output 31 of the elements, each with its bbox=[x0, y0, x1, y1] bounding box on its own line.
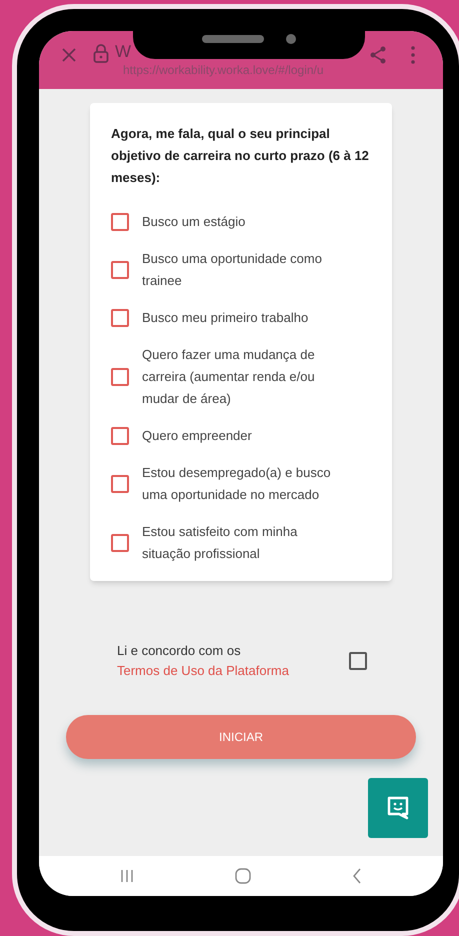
recent-apps-icon[interactable] bbox=[120, 869, 134, 883]
lock-icon bbox=[93, 44, 109, 64]
option-label: Quero fazer uma mudança de carreira (aumentar renda e/ou mudar de área) bbox=[142, 346, 316, 408]
share-icon[interactable] bbox=[369, 45, 387, 65]
option-checkbox[interactable] bbox=[111, 427, 129, 445]
home-icon[interactable] bbox=[234, 868, 251, 884]
terms-text: Li e concordo com os Termos de Uso da Plataforma bbox=[117, 642, 290, 680]
feedback-button[interactable] bbox=[368, 778, 428, 838]
page-title: W bbox=[115, 41, 132, 63]
option-label: Busco um estágio bbox=[142, 213, 246, 231]
option-checkbox[interactable] bbox=[111, 309, 129, 327]
option-label: Estou desempregado(a) e busco uma oportunidade no mercado bbox=[142, 464, 332, 504]
url-text: https://workability.worka.love/#/login/u bbox=[123, 62, 324, 79]
back-icon[interactable] bbox=[352, 868, 362, 884]
option-label: Quero empreender bbox=[142, 427, 253, 445]
option-label: Busco meu primeiro trabalho bbox=[142, 309, 310, 327]
question-title: Agora, me fala, qual o seu principal objetivo de carreira no curto prazo (6 à 12 meses): bbox=[111, 125, 370, 187]
option-label: Estou satisfeito com minha situação profissional bbox=[142, 523, 298, 563]
terms-checkbox[interactable] bbox=[349, 652, 367, 670]
option-checkbox[interactable] bbox=[111, 368, 129, 386]
speaker-grille bbox=[202, 35, 264, 43]
chat-smile-icon bbox=[386, 795, 410, 821]
option-checkbox[interactable] bbox=[111, 261, 129, 279]
terms-link[interactable]: Termos de Uso da Plataforma bbox=[117, 663, 289, 678]
option-checkbox[interactable] bbox=[111, 534, 129, 552]
start-button[interactable]: INICIAR bbox=[66, 715, 416, 759]
option-checkbox[interactable] bbox=[111, 213, 129, 231]
option-checkbox[interactable] bbox=[111, 475, 129, 493]
option-label: Busco uma oportunidade como trainee bbox=[142, 250, 323, 290]
close-icon[interactable] bbox=[61, 47, 77, 63]
more-icon[interactable] bbox=[411, 45, 415, 65]
